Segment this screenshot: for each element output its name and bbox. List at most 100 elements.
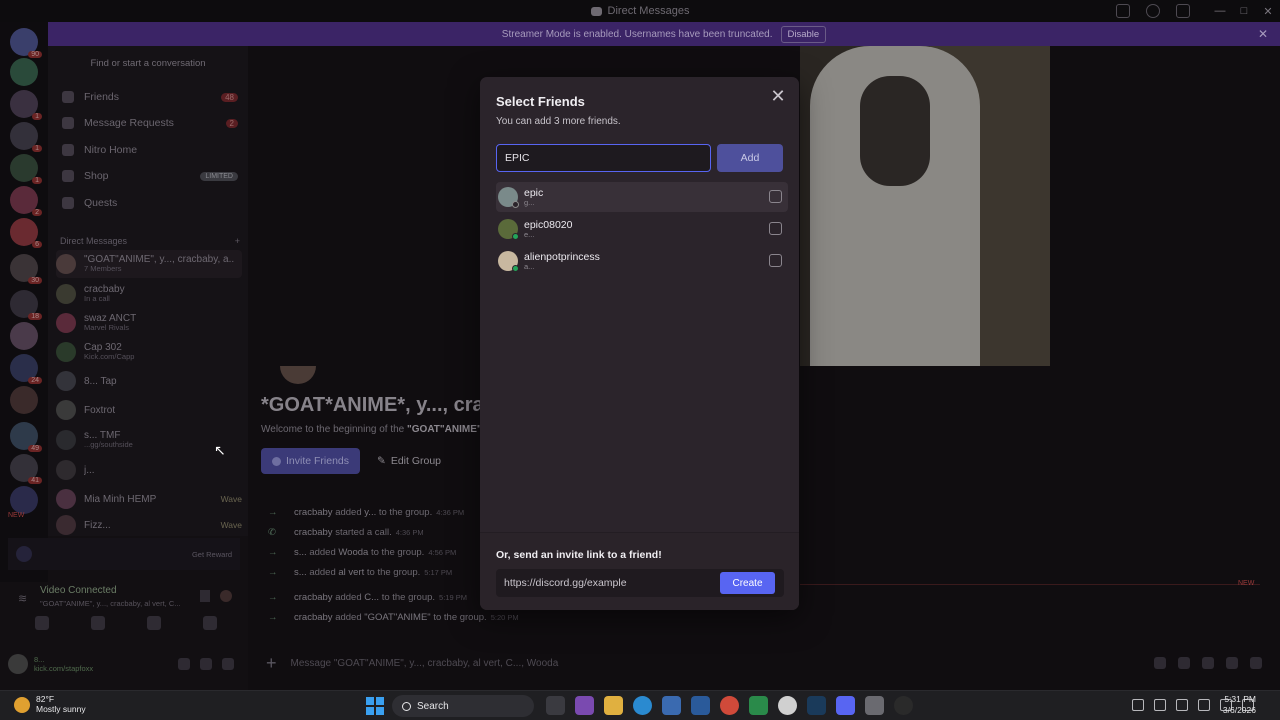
event-target[interactable]: al vert: [338, 567, 364, 578]
nav-shop[interactable]: Shop LIMITED: [62, 166, 238, 186]
nav-friends[interactable]: Friends 48: [62, 87, 238, 107]
download-icon[interactable]: [1176, 4, 1190, 18]
create-dm-icon[interactable]: +: [235, 236, 240, 246]
invite-friends-button[interactable]: Invite Friends: [261, 448, 360, 474]
chrome-icon[interactable]: [720, 696, 739, 715]
store-icon[interactable]: [662, 696, 681, 715]
event-user[interactable]: s...: [294, 567, 307, 578]
disable-streamer-button[interactable]: Disable: [780, 25, 827, 43]
dm-item[interactable]: Cap 302 Kick.com/Capp: [56, 338, 242, 366]
server-icon[interactable]: 49: [10, 422, 42, 452]
event-user[interactable]: cracbaby: [294, 507, 333, 518]
voice-connected-label[interactable]: Video Connected: [40, 585, 117, 596]
edge-icon[interactable]: [633, 696, 652, 715]
microphone-tray-icon[interactable]: [1176, 699, 1188, 711]
task-view-icon[interactable]: [546, 696, 565, 715]
soundboard-icon[interactable]: [200, 590, 210, 602]
disconnect-icon[interactable]: [220, 590, 232, 602]
nav-message-requests[interactable]: Message Requests 2: [62, 113, 238, 133]
event-target[interactable]: C...: [364, 592, 379, 603]
message-input[interactable]: Message "GOAT"ANIME", y..., cracbaby, al…: [291, 658, 559, 669]
camera-icon[interactable]: [35, 616, 49, 630]
emoji-icon[interactable]: [1226, 657, 1238, 669]
maximize-icon[interactable]: □: [1232, 0, 1256, 22]
event-target[interactable]: Wooda: [338, 547, 368, 558]
friend-search-input[interactable]: [496, 144, 711, 172]
nav-nitro-home[interactable]: Nitro Home: [62, 140, 238, 160]
app-icon[interactable]: [749, 696, 768, 715]
server-icon[interactable]: 6: [10, 218, 42, 248]
file-explorer-icon[interactable]: [604, 696, 623, 715]
settings-app-icon[interactable]: [865, 696, 884, 715]
server-icon[interactable]: [10, 58, 38, 86]
server-icon[interactable]: 1: [10, 122, 42, 152]
dm-item[interactable]: Fizz... Wave: [56, 514, 242, 536]
server-icon[interactable]: 2: [10, 186, 42, 216]
tray-chevron-icon[interactable]: [1132, 699, 1144, 711]
event-user[interactable]: cracbaby: [294, 527, 333, 538]
steam-icon[interactable]: [807, 696, 826, 715]
user-avatar[interactable]: [8, 654, 28, 674]
server-icon[interactable]: 41: [10, 454, 42, 484]
banner-close-icon[interactable]: ✕: [1258, 27, 1268, 41]
find-conversation-input[interactable]: Find or start a conversation: [56, 52, 240, 74]
taskbar-search[interactable]: Search: [392, 695, 534, 717]
video-stream-tile[interactable]: [800, 46, 1050, 366]
weather-widget[interactable]: 82°F Mostly sunny: [14, 694, 86, 715]
attach-plus-icon[interactable]: +: [266, 653, 277, 674]
microphone-icon[interactable]: [178, 658, 190, 670]
start-button[interactable]: [366, 697, 384, 715]
discord-taskbar-icon[interactable]: [836, 696, 855, 715]
edit-group-button[interactable]: ✎ Edit Group: [377, 448, 441, 474]
home-button[interactable]: 90: [10, 28, 42, 58]
help-icon[interactable]: [1146, 4, 1160, 18]
window-close-icon[interactable]: ✕: [1256, 0, 1280, 22]
server-icon[interactable]: 24: [10, 354, 42, 384]
event-user[interactable]: cracbaby: [294, 612, 333, 623]
dm-item[interactable]: swaz ANCT Marvel Rivals: [56, 309, 242, 337]
server-icon[interactable]: 30: [10, 254, 42, 284]
dm-item[interactable]: "GOAT"ANIME", y..., cracbaby, a... 7 Memb…: [56, 250, 242, 278]
obs-icon[interactable]: [778, 696, 797, 715]
taskbar-clock[interactable]: 5:31 PM 3/6/2026: [1223, 694, 1256, 716]
friend-row[interactable]: epic08020 e...: [496, 214, 788, 244]
activities-icon[interactable]: [147, 616, 161, 630]
dm-item[interactable]: j...: [56, 456, 242, 484]
add-button[interactable]: Add: [717, 144, 783, 172]
headphones-icon[interactable]: [200, 658, 212, 670]
dm-item[interactable]: 8... Tap: [56, 367, 242, 395]
friend-row[interactable]: epic g...: [496, 182, 788, 212]
close-icon[interactable]: ✕: [769, 87, 787, 105]
copilot-icon[interactable]: [575, 696, 594, 715]
promo-banner[interactable]: Get Reward: [8, 538, 240, 570]
gif-icon[interactable]: [1178, 657, 1190, 669]
get-reward-button[interactable]: Get Reward: [192, 550, 232, 559]
friend-checkbox[interactable]: [769, 254, 782, 267]
create-link-button[interactable]: Create: [720, 572, 775, 594]
event-user[interactable]: s...: [294, 547, 307, 558]
server-icon[interactable]: [10, 322, 38, 350]
friend-checkbox[interactable]: [769, 190, 782, 203]
wave-button[interactable]: Wave: [221, 520, 242, 530]
server-icon[interactable]: 1: [10, 154, 42, 184]
minimize-icon[interactable]: —: [1208, 0, 1232, 22]
outlook-icon[interactable]: [691, 696, 710, 715]
app-icon[interactable]: [894, 696, 913, 715]
event-user[interactable]: cracbaby: [294, 592, 333, 603]
sticker-icon[interactable]: [1202, 657, 1214, 669]
dm-item[interactable]: Mia Minh HEMP Wave: [56, 485, 242, 513]
settings-gear-icon[interactable]: [222, 658, 234, 670]
gift-icon[interactable]: [1154, 657, 1166, 669]
server-icon[interactable]: 18: [10, 290, 42, 320]
screen-share-icon[interactable]: [91, 616, 105, 630]
apps-icon[interactable]: [1250, 657, 1262, 669]
dm-item[interactable]: cracbaby In a call: [56, 280, 242, 308]
friend-row[interactable]: alienpotprincess a...: [496, 246, 788, 276]
event-target[interactable]: "GOAT"ANIME": [364, 612, 430, 623]
nav-quests[interactable]: Quests: [62, 193, 238, 213]
server-icon[interactable]: 1: [10, 90, 42, 120]
event-target[interactable]: y...: [364, 507, 376, 518]
display-icon[interactable]: [1198, 699, 1210, 711]
server-icon[interactable]: [10, 386, 38, 414]
server-icon[interactable]: [10, 486, 38, 514]
